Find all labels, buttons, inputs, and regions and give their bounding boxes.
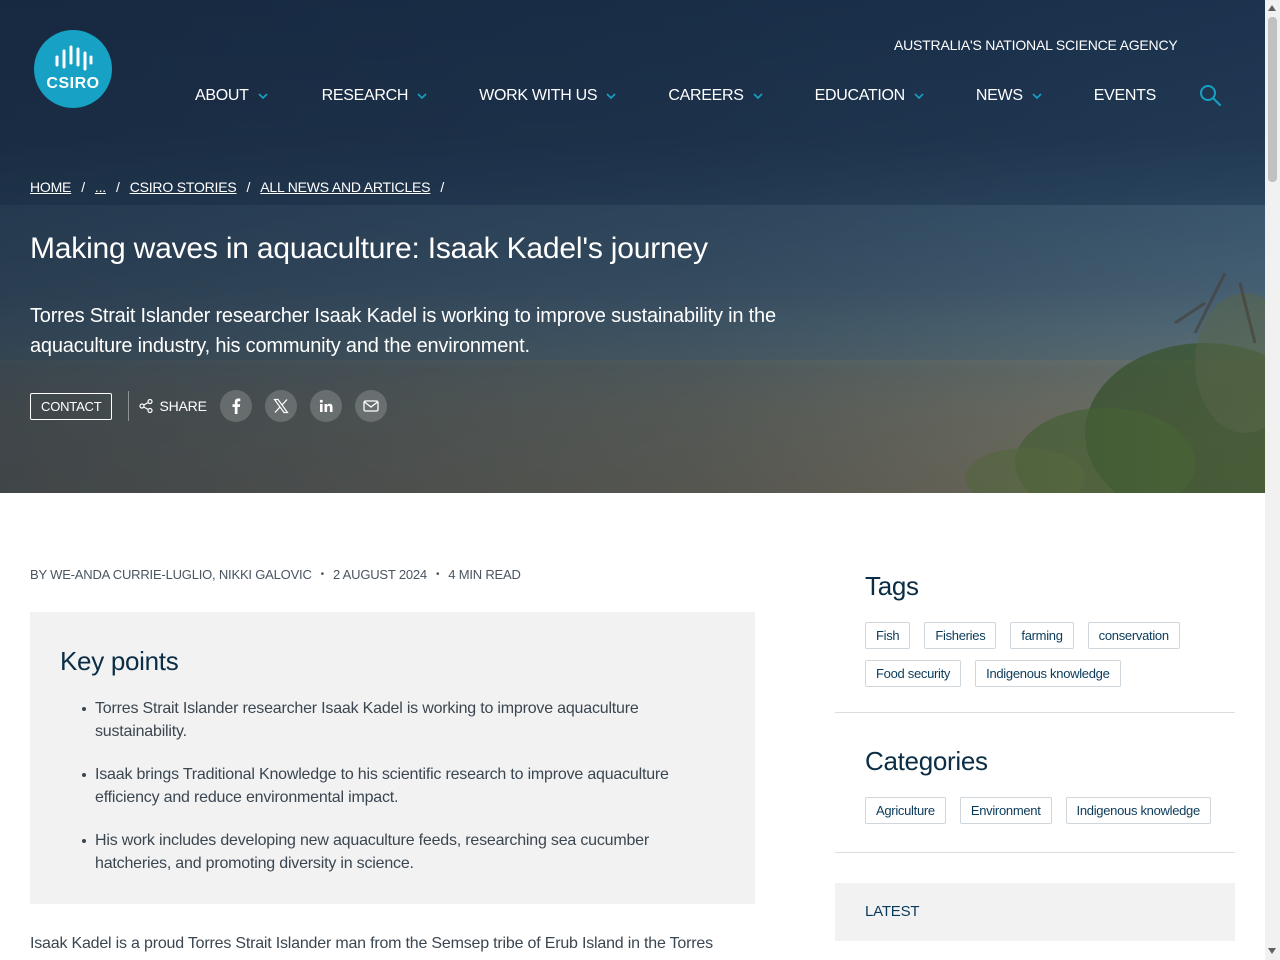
breadcrumb-separator: / [440,179,445,195]
chevron-down-icon [417,93,427,100]
breadcrumb-all-news[interactable]: ALL NEWS AND ARTICLES [260,179,430,195]
article-byline: BY WE-ANDA CURRIE-LUGLIO, NIKKI GALOVIC … [30,567,521,582]
nav-item-work-with-us[interactable]: WORK WITH US [479,86,616,106]
share-text: SHARE [159,398,207,414]
tags-list: Fish Fisheries farming conservation Food… [865,622,1235,698]
latest-label: LATEST [865,903,920,920]
breadcrumb-home[interactable]: HOME [30,179,71,195]
page-subtitle: Torres Strait Islander researcher Isaak … [30,305,776,357]
nav-item-education[interactable]: EDUCATION [815,86,924,106]
key-points-heading: Key points [60,646,179,676]
agency-tagline: AUSTRALIA'S NATIONAL SCIENCE AGENCY [894,37,1178,53]
contact-button[interactable]: CONTACT [30,392,113,420]
scroll-up-arrow-icon[interactable] [1268,5,1276,11]
nav-item-research[interactable]: RESEARCH [322,86,428,106]
byline-authors: BY WE-ANDA CURRIE-LUGLIO, NIKKI GALOVIC [30,567,312,582]
actions-divider [128,391,130,421]
byline-date: 2 AUGUST 2024 [332,567,427,582]
breadcrumb-ellipsis[interactable]: ... [95,179,106,195]
tag-chip[interactable]: farming [1010,622,1074,649]
nav-item-about[interactable]: ABOUT [195,86,268,106]
linkedin-icon[interactable] [309,390,342,422]
share-label: SHARE [139,398,207,414]
article-actions: CONTACT SHARE [30,390,387,422]
sidebar-divider [835,712,1235,713]
nav-label: RESEARCH [321,87,409,104]
facebook-icon[interactable] [219,390,252,422]
byline-read-time: 4 MIN READ [448,567,521,582]
page-scrollbar[interactable] [1265,0,1280,960]
key-points-panel: Key points Torres Strait Islander resear… [30,612,755,904]
breadcrumb-separator: / [115,179,120,195]
chevron-down-icon [258,93,268,100]
nav-label: EDUCATION [814,87,906,104]
nav-label: WORK WITH US [479,87,598,104]
byline-separator: • [320,569,325,580]
key-point-item: Torres Strait Islander researcher Isaak … [82,697,685,743]
latest-panel[interactable]: LATEST [835,883,1235,941]
scrollbar-thumb[interactable] [1268,17,1277,182]
page-title: Making waves in aquaculture: Isaak Kadel… [30,232,708,265]
chevron-down-icon [606,93,616,100]
hero-banner: CSIRO AUSTRALIA'S NATIONAL SCIENCE AGENC… [0,0,1265,493]
logo-text: CSIRO [46,75,100,92]
chevron-down-icon [1032,93,1042,100]
key-point-item: His work includes developing new aquacul… [82,829,685,875]
logo-waveform-icon [55,45,93,71]
tag-chip[interactable]: Indigenous knowledge [975,660,1121,687]
nav-label: EVENTS [1093,87,1157,104]
csiro-logo[interactable]: CSIRO [34,30,112,108]
main-nav: ABOUT RESEARCH WORK WITH US CAREERS EDUC… [195,86,1156,106]
categories-heading: Categories [865,746,988,776]
share-icon [139,399,154,413]
breadcrumb-csiro-stories[interactable]: CSIRO STORIES [130,179,237,195]
nav-label: NEWS [975,87,1023,104]
tag-chip[interactable]: Food security [865,660,962,687]
categories-list: Agriculture Environment Indigenous knowl… [865,797,1235,835]
breadcrumb: HOME / ... / CSIRO STORIES / ALL NEWS AN… [30,179,454,195]
article-body-paragraph: Isaak Kadel is a proud Torres Strait Isl… [30,935,713,952]
search-icon[interactable] [1198,83,1222,107]
breadcrumb-separator: / [81,179,85,195]
nav-label: CAREERS [668,87,744,104]
tags-heading: Tags [865,571,919,601]
chevron-down-icon [914,93,924,100]
tag-chip[interactable]: Fish [865,622,911,649]
scroll-down-arrow-icon[interactable] [1268,948,1276,954]
chevron-down-icon [753,93,763,100]
category-chip[interactable]: Indigenous knowledge [1065,797,1211,824]
category-chip[interactable]: Agriculture [865,797,946,824]
sidebar-divider [835,852,1235,853]
nav-item-events[interactable]: EVENTS [1093,86,1157,106]
email-icon[interactable] [354,390,387,422]
key-points-list: Torres Strait Islander researcher Isaak … [60,697,725,875]
nav-item-news[interactable]: NEWS [976,86,1042,106]
breadcrumb-separator: / [246,179,251,195]
byline-separator: • [435,569,440,580]
nav-label: ABOUT [195,87,249,104]
key-point-item: Isaak brings Traditional Knowledge to hi… [82,763,685,809]
category-chip[interactable]: Environment [959,797,1052,824]
nav-item-careers[interactable]: CAREERS [668,86,763,106]
tag-chip[interactable]: conservation [1087,622,1180,649]
tag-chip[interactable]: Fisheries [924,622,997,649]
x-icon[interactable] [264,390,297,422]
